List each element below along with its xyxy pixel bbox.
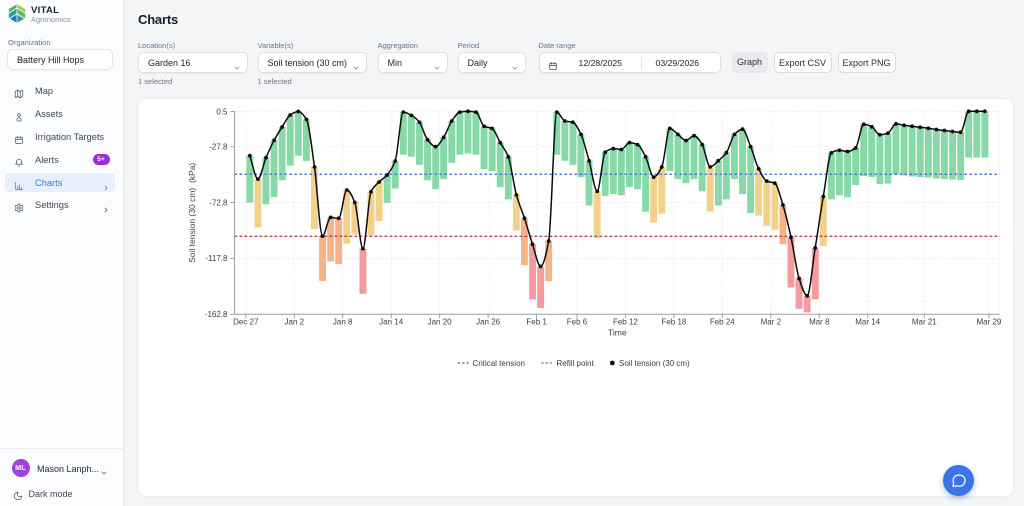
svg-text:-117.8: -117.8 [205, 254, 228, 263]
svg-text:Soil tension (30 cm): Soil tension (30 cm) [619, 359, 690, 368]
svg-text:Jan 14: Jan 14 [379, 318, 404, 327]
svg-text:Feb 24: Feb 24 [710, 318, 735, 327]
svg-text:Mar 14: Mar 14 [855, 318, 880, 327]
svg-text:Time: Time [608, 328, 627, 338]
svg-text:-162.8: -162.8 [205, 310, 228, 319]
svg-text:-72.8: -72.8 [209, 198, 228, 207]
svg-text:Feb 18: Feb 18 [661, 318, 686, 327]
svg-text:Mar 2: Mar 2 [761, 318, 782, 327]
svg-text:Feb 1: Feb 1 [526, 318, 547, 327]
svg-text:0.5: 0.5 [216, 107, 228, 116]
svg-text:Mar 8: Mar 8 [809, 318, 830, 327]
svg-text:Feb 12: Feb 12 [613, 318, 638, 327]
svg-text:Jan 26: Jan 26 [476, 318, 501, 327]
svg-text:Mar 21: Mar 21 [912, 318, 937, 327]
svg-text:-27.8: -27.8 [209, 143, 228, 152]
svg-text:Jan 2: Jan 2 [285, 318, 305, 327]
svg-text:Critical tension: Critical tension [473, 359, 525, 368]
svg-text:Jan 8: Jan 8 [333, 318, 353, 327]
svg-text:Soil tension (30 cm) (kPa): Soil tension (30 cm) (kPa) [187, 163, 197, 263]
svg-text:Refill point: Refill point [557, 359, 595, 368]
svg-text:Mar 29: Mar 29 [976, 318, 1001, 327]
svg-text:Dec 27: Dec 27 [233, 318, 259, 327]
svg-text:Feb 6: Feb 6 [567, 318, 588, 327]
svg-text:Jan 20: Jan 20 [428, 318, 453, 327]
